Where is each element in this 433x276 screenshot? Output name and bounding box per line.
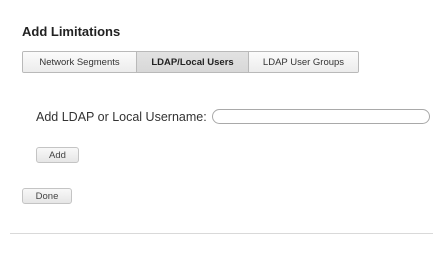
page-title: Add Limitations [22,24,121,39]
done-button[interactable]: Done [22,188,72,204]
tab-ldap-user-groups[interactable]: LDAP User Groups [248,52,358,72]
add-button[interactable]: Add [36,147,79,163]
username-field-row: Add LDAP or Local Username: [36,109,430,124]
limitation-tabs: Network Segments LDAP/Local Users LDAP U… [22,51,359,73]
divider [10,233,433,234]
username-field-label: Add LDAP or Local Username: [36,109,207,124]
tab-ldap-local-users[interactable]: LDAP/Local Users [136,52,248,72]
add-limitations-panel: Add Limitations Network Segments LDAP/Lo… [0,0,433,276]
tab-network-segments[interactable]: Network Segments [23,52,136,72]
username-input[interactable] [211,109,430,124]
